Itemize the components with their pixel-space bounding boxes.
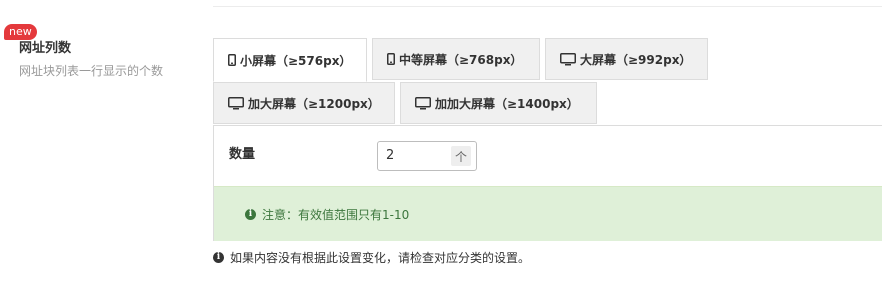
desktop-icon [415,96,431,110]
info-icon: i [213,252,224,263]
divider [213,6,882,7]
tablet-icon [387,53,395,65]
info-icon: i [245,208,256,220]
tab-label: 加大屏幕（≥1200px） [248,96,380,111]
tab-large-screen[interactable]: 大屏幕（≥992px） [545,38,708,80]
quantity-label: 数量 [229,147,256,162]
field-description: 网址块列表一行显示的个数 [19,64,164,78]
tab-small-screen[interactable]: 小屏幕（≥576px） [213,38,367,82]
tab-label: 小屏幕（≥576px） [240,53,352,68]
tab-panel: 数量 2 个 i 注意：有效值范围只有1-10 [213,125,882,241]
field-title: 网址列数 [19,41,72,56]
tab-label: 中等屏幕（≥768px） [399,52,523,67]
tab-xxl-screen[interactable]: 加加大屏幕（≥1400px） [400,82,597,124]
quantity-value: 2 [386,148,395,163]
mobile-icon [228,54,236,66]
footnote-text: 如果内容没有根据此设置变化，请检查对应分类的设置。 [230,251,531,265]
tab-xl-screen[interactable]: 加大屏幕（≥1200px） [213,82,395,124]
quantity-unit-stepper[interactable]: 个 [451,146,471,166]
quantity-input[interactable]: 2 个 [377,141,477,171]
footnote: i 如果内容没有根据此设置变化，请检查对应分类的设置。 [213,249,530,266]
notice-alert: i 注意：有效值范围只有1-10 [214,186,882,241]
notice-text: 注意：有效值范围只有1-10 [262,207,410,222]
tab-label: 大屏幕（≥992px） [580,52,692,67]
desktop-icon [560,52,576,66]
tab-medium-screen[interactable]: 中等屏幕（≥768px） [372,38,540,80]
desktop-icon [228,96,244,110]
tab-label: 加加大屏幕（≥1400px） [435,96,579,111]
